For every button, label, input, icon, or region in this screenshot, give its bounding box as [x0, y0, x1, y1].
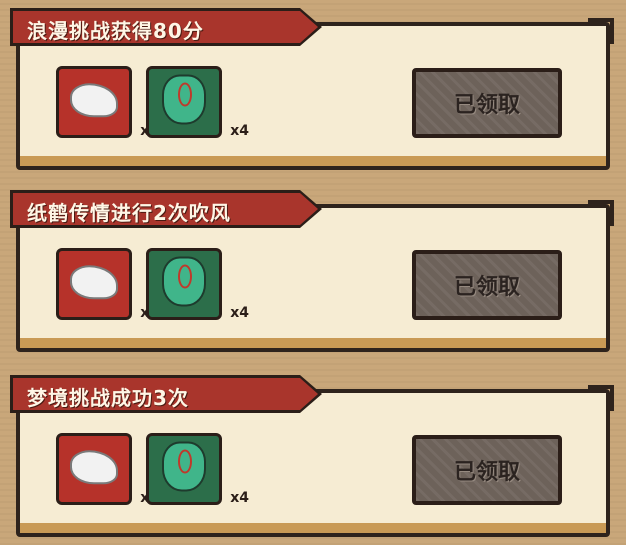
reward-count: x4	[230, 305, 249, 321]
task-title: 浪漫挑战获得80分	[27, 19, 204, 43]
reward-slot[interactable]: x4	[146, 248, 249, 321]
reward-count: x4	[230, 490, 249, 506]
task-banner: 纸鹤传情进行2次吹风	[10, 190, 322, 228]
claimed-button-label: 已领取	[453, 93, 520, 118]
reward-slot[interactable]: x2	[56, 66, 159, 139]
claimed-button[interactable]: 已领取	[412, 250, 562, 320]
reward-slot[interactable]: x4	[146, 66, 249, 139]
panel-footer-strip	[20, 523, 606, 533]
task-title: 纸鹤传情进行2次吹风	[27, 201, 231, 225]
reward-slot[interactable]: x2	[56, 433, 159, 506]
panel-footer-strip	[20, 156, 606, 166]
cloth-icon	[70, 265, 118, 300]
cloth-icon	[70, 450, 118, 485]
task-title: 梦境挑战成功3次	[27, 386, 189, 410]
panel-footer-strip	[20, 338, 606, 348]
reward-slot[interactable]: x4	[146, 433, 249, 506]
claimed-button[interactable]: 已领取	[412, 68, 562, 138]
cloth-icon	[70, 83, 118, 118]
reward-slot[interactable]: x2	[56, 248, 159, 321]
corner-decoration	[588, 385, 614, 411]
task-banner: 梦境挑战成功3次	[10, 375, 322, 413]
corner-decoration	[588, 200, 614, 226]
corner-decoration	[588, 18, 614, 44]
claimed-button[interactable]: 已领取	[412, 435, 562, 505]
claimed-button-label: 已领取	[453, 275, 520, 300]
pouch-icon	[162, 256, 206, 307]
task-banner: 浪漫挑战获得80分	[10, 8, 322, 46]
claimed-button-label: 已领取	[453, 460, 520, 485]
pouch-icon	[162, 74, 206, 125]
reward-count: x4	[230, 123, 249, 139]
pouch-icon	[162, 441, 206, 492]
